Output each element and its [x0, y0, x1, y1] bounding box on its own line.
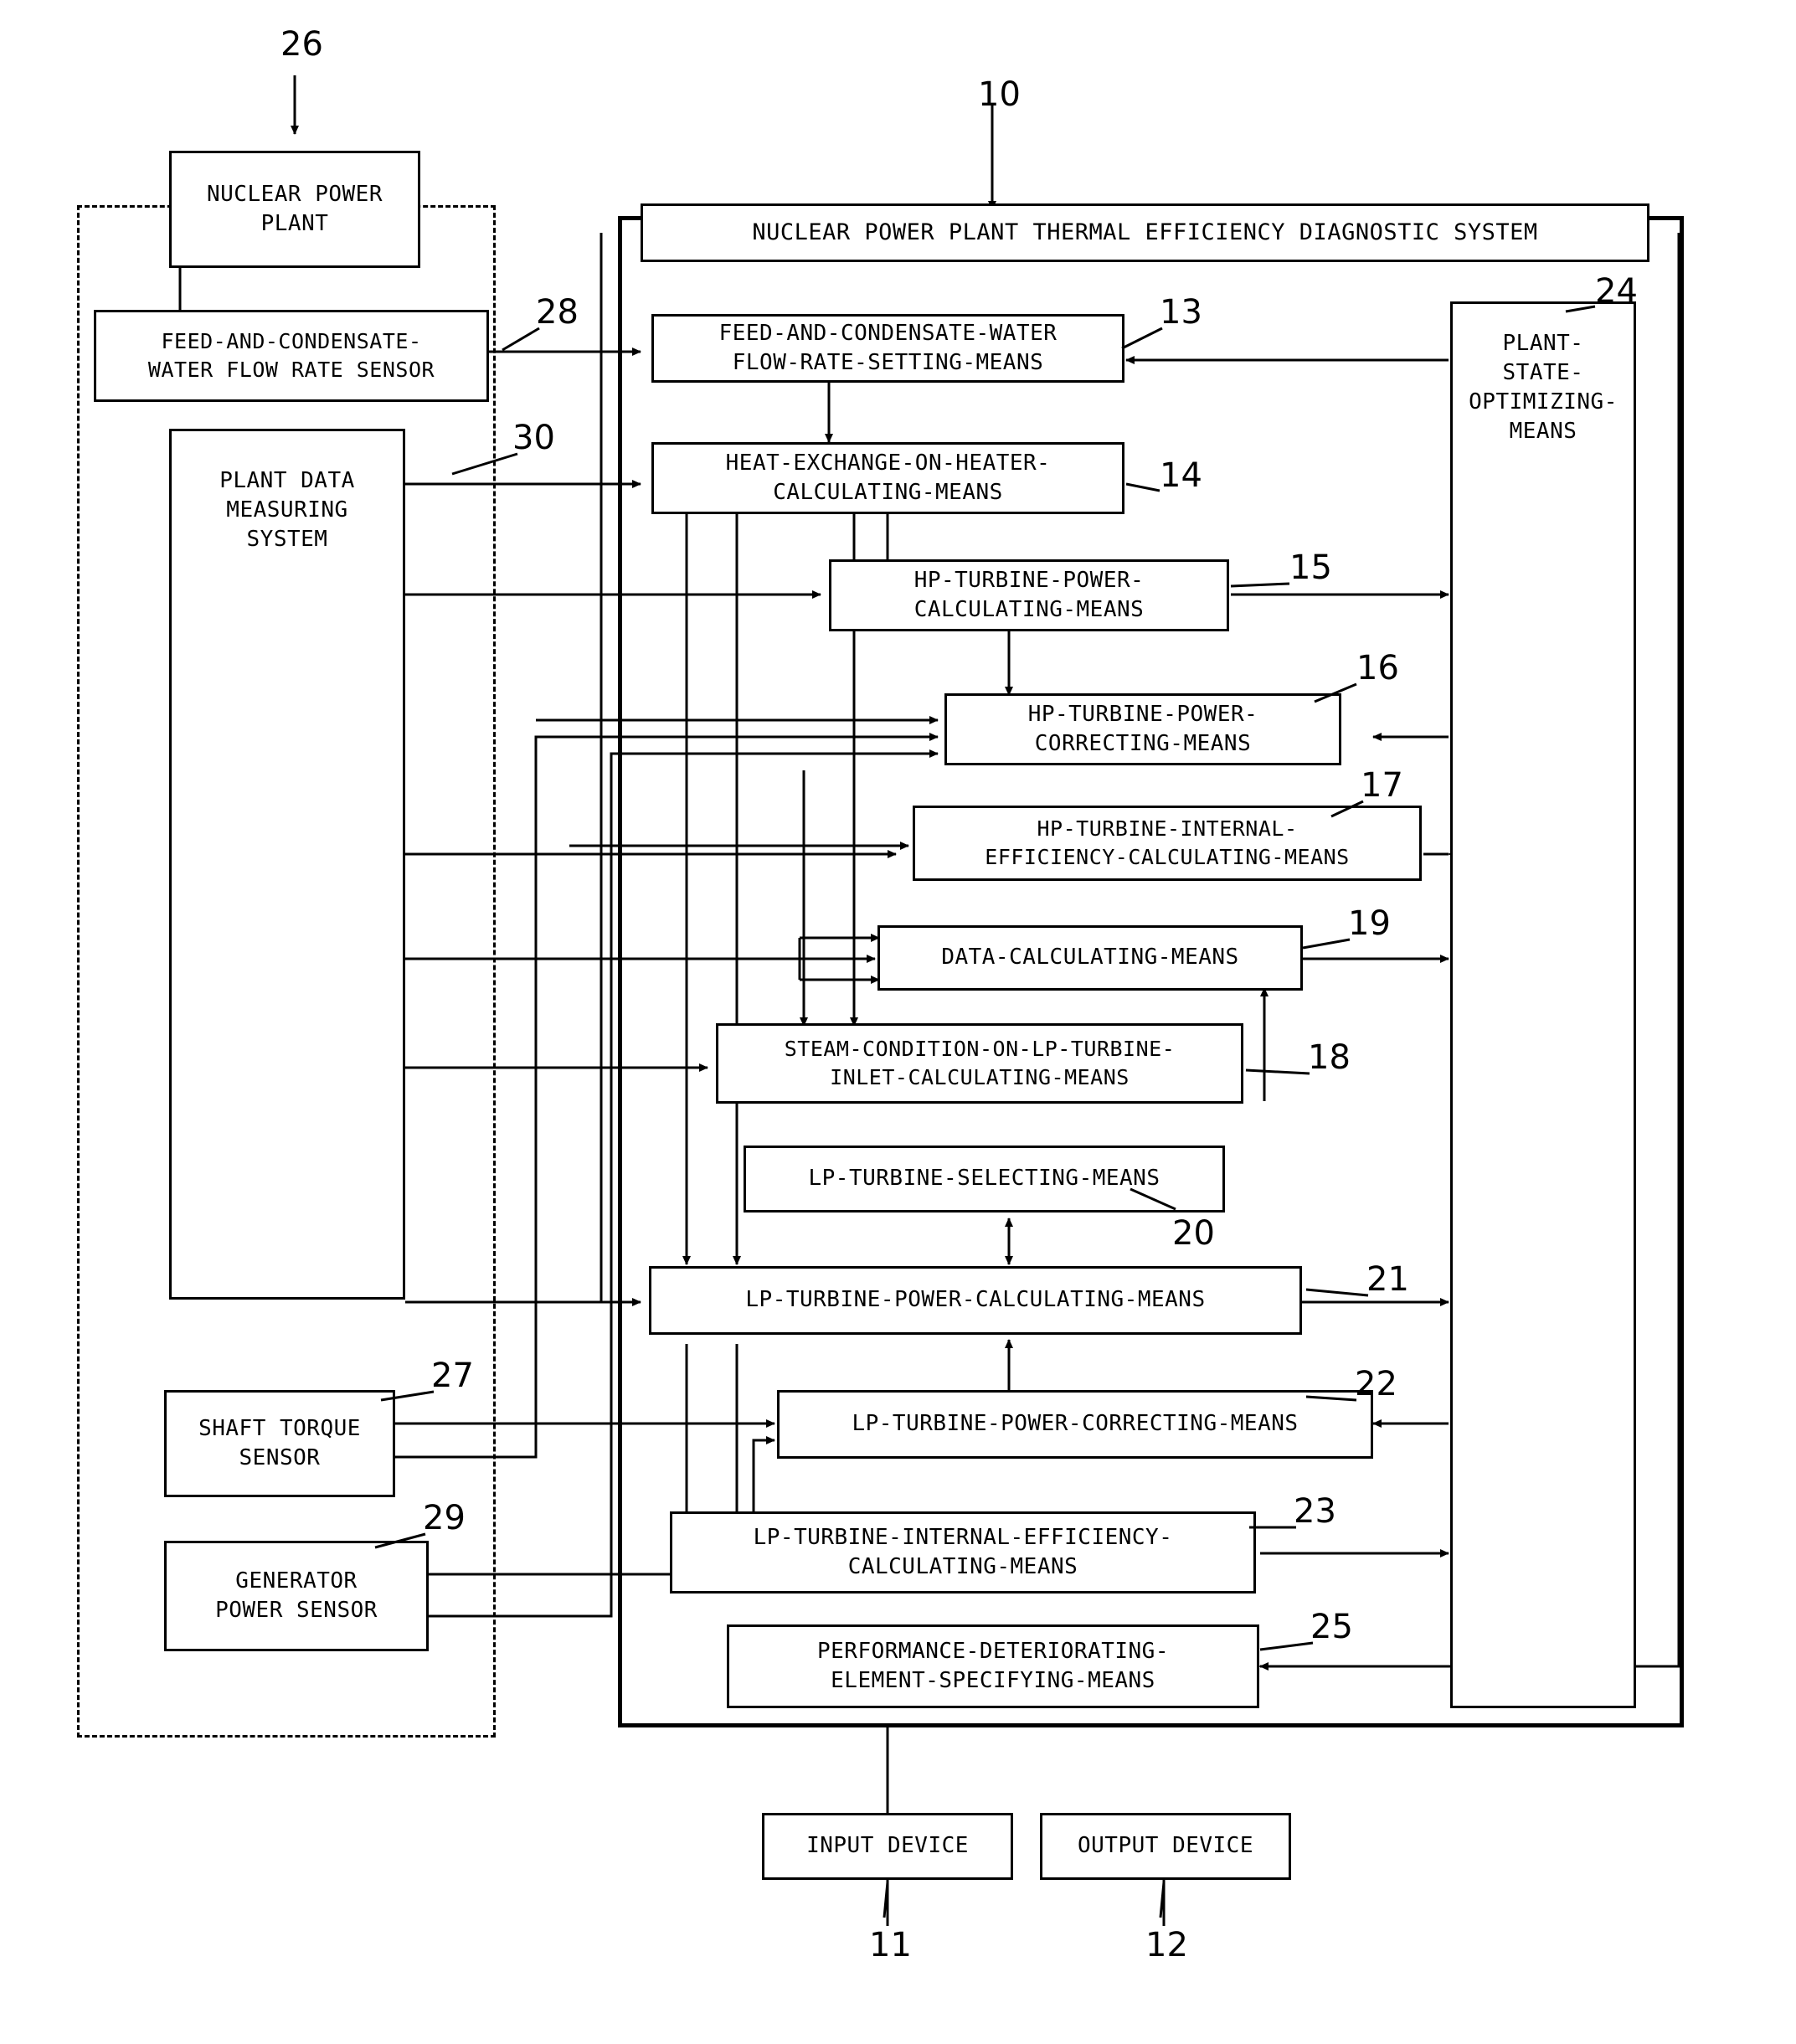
box-steam-condition-lp-inlet-means: STEAM-CONDITION-ON-LP-TURBINE- INLET-CAL… [716, 1023, 1243, 1104]
ref-15: 15 [1289, 548, 1332, 587]
ref-23: 23 [1294, 1492, 1336, 1531]
ref-12: 12 [1145, 1926, 1188, 1964]
box-system-title: NUCLEAR POWER PLANT THERMAL EFFICIENCY D… [641, 203, 1649, 262]
box-input-device: INPUT DEVICE [762, 1813, 1013, 1880]
box-feed-flow-sensor: FEED-AND-CONDENSATE- WATER FLOW RATE SEN… [94, 310, 489, 402]
ref-26: 26 [280, 25, 323, 64]
ref-14: 14 [1160, 456, 1202, 495]
ref-18: 18 [1308, 1038, 1351, 1077]
box-lp-turbine-power-calculating-means: LP-TURBINE-POWER-CALCULATING-MEANS [649, 1266, 1302, 1335]
diagram-canvas: NUCLEAR POWER PLANT FEED-AND-CONDENSATE-… [0, 0, 1796, 2044]
box-feed-rate-setting-means: FEED-AND-CONDENSATE-WATER FLOW-RATE-SETT… [651, 314, 1124, 383]
box-heat-exchange-means: HEAT-EXCHANGE-ON-HEATER- CALCULATING-MEA… [651, 442, 1124, 514]
box-performance-deteriorating-element-means: PERFORMANCE-DETERIORATING- ELEMENT-SPECI… [727, 1624, 1259, 1708]
box-data-calculating-means: DATA-CALCULATING-MEANS [877, 925, 1303, 991]
ref-21: 21 [1366, 1260, 1409, 1299]
ref-19: 19 [1348, 904, 1391, 943]
box-lp-turbine-selecting-means: LP-TURBINE-SELECTING-MEANS [744, 1146, 1225, 1212]
ref-17: 17 [1361, 766, 1403, 805]
box-plant-state-optimizing-means: PLANT- STATE- OPTIMIZING- MEANS [1450, 301, 1636, 1708]
ref-30: 30 [512, 419, 555, 457]
box-generator-power-sensor: GENERATOR POWER SENSOR [164, 1541, 429, 1651]
box-lp-turbine-internal-efficiency-means: LP-TURBINE-INTERNAL-EFFICIENCY- CALCULAT… [670, 1511, 1256, 1593]
box-plant-data-measuring-system: PLANT DATA MEASURING SYSTEM [169, 429, 405, 1300]
box-nuclear-power-plant: NUCLEAR POWER PLANT [169, 151, 420, 268]
box-output-device: OUTPUT DEVICE [1040, 1813, 1291, 1880]
ref-27: 27 [431, 1357, 474, 1395]
ref-13: 13 [1160, 293, 1202, 332]
ref-16: 16 [1356, 649, 1399, 687]
ref-22: 22 [1355, 1365, 1397, 1403]
ref-25: 25 [1310, 1608, 1353, 1646]
ref-29: 29 [423, 1499, 466, 1537]
box-hp-turbine-internal-efficiency-means: HP-TURBINE-INTERNAL- EFFICIENCY-CALCULAT… [913, 806, 1422, 881]
ref-10: 10 [978, 75, 1021, 114]
box-hp-turbine-power-correcting-means: HP-TURBINE-POWER- CORRECTING-MEANS [944, 693, 1341, 765]
ref-11: 11 [869, 1926, 912, 1964]
ref-20: 20 [1172, 1214, 1215, 1253]
box-hp-turbine-power-calculating-means: HP-TURBINE-POWER- CALCULATING-MEANS [829, 559, 1229, 631]
box-shaft-torque-sensor: SHAFT TORQUE SENSOR [164, 1390, 395, 1497]
box-lp-turbine-power-correcting-means: LP-TURBINE-POWER-CORRECTING-MEANS [777, 1390, 1373, 1459]
ref-28: 28 [536, 293, 579, 332]
ref-24: 24 [1595, 272, 1638, 311]
